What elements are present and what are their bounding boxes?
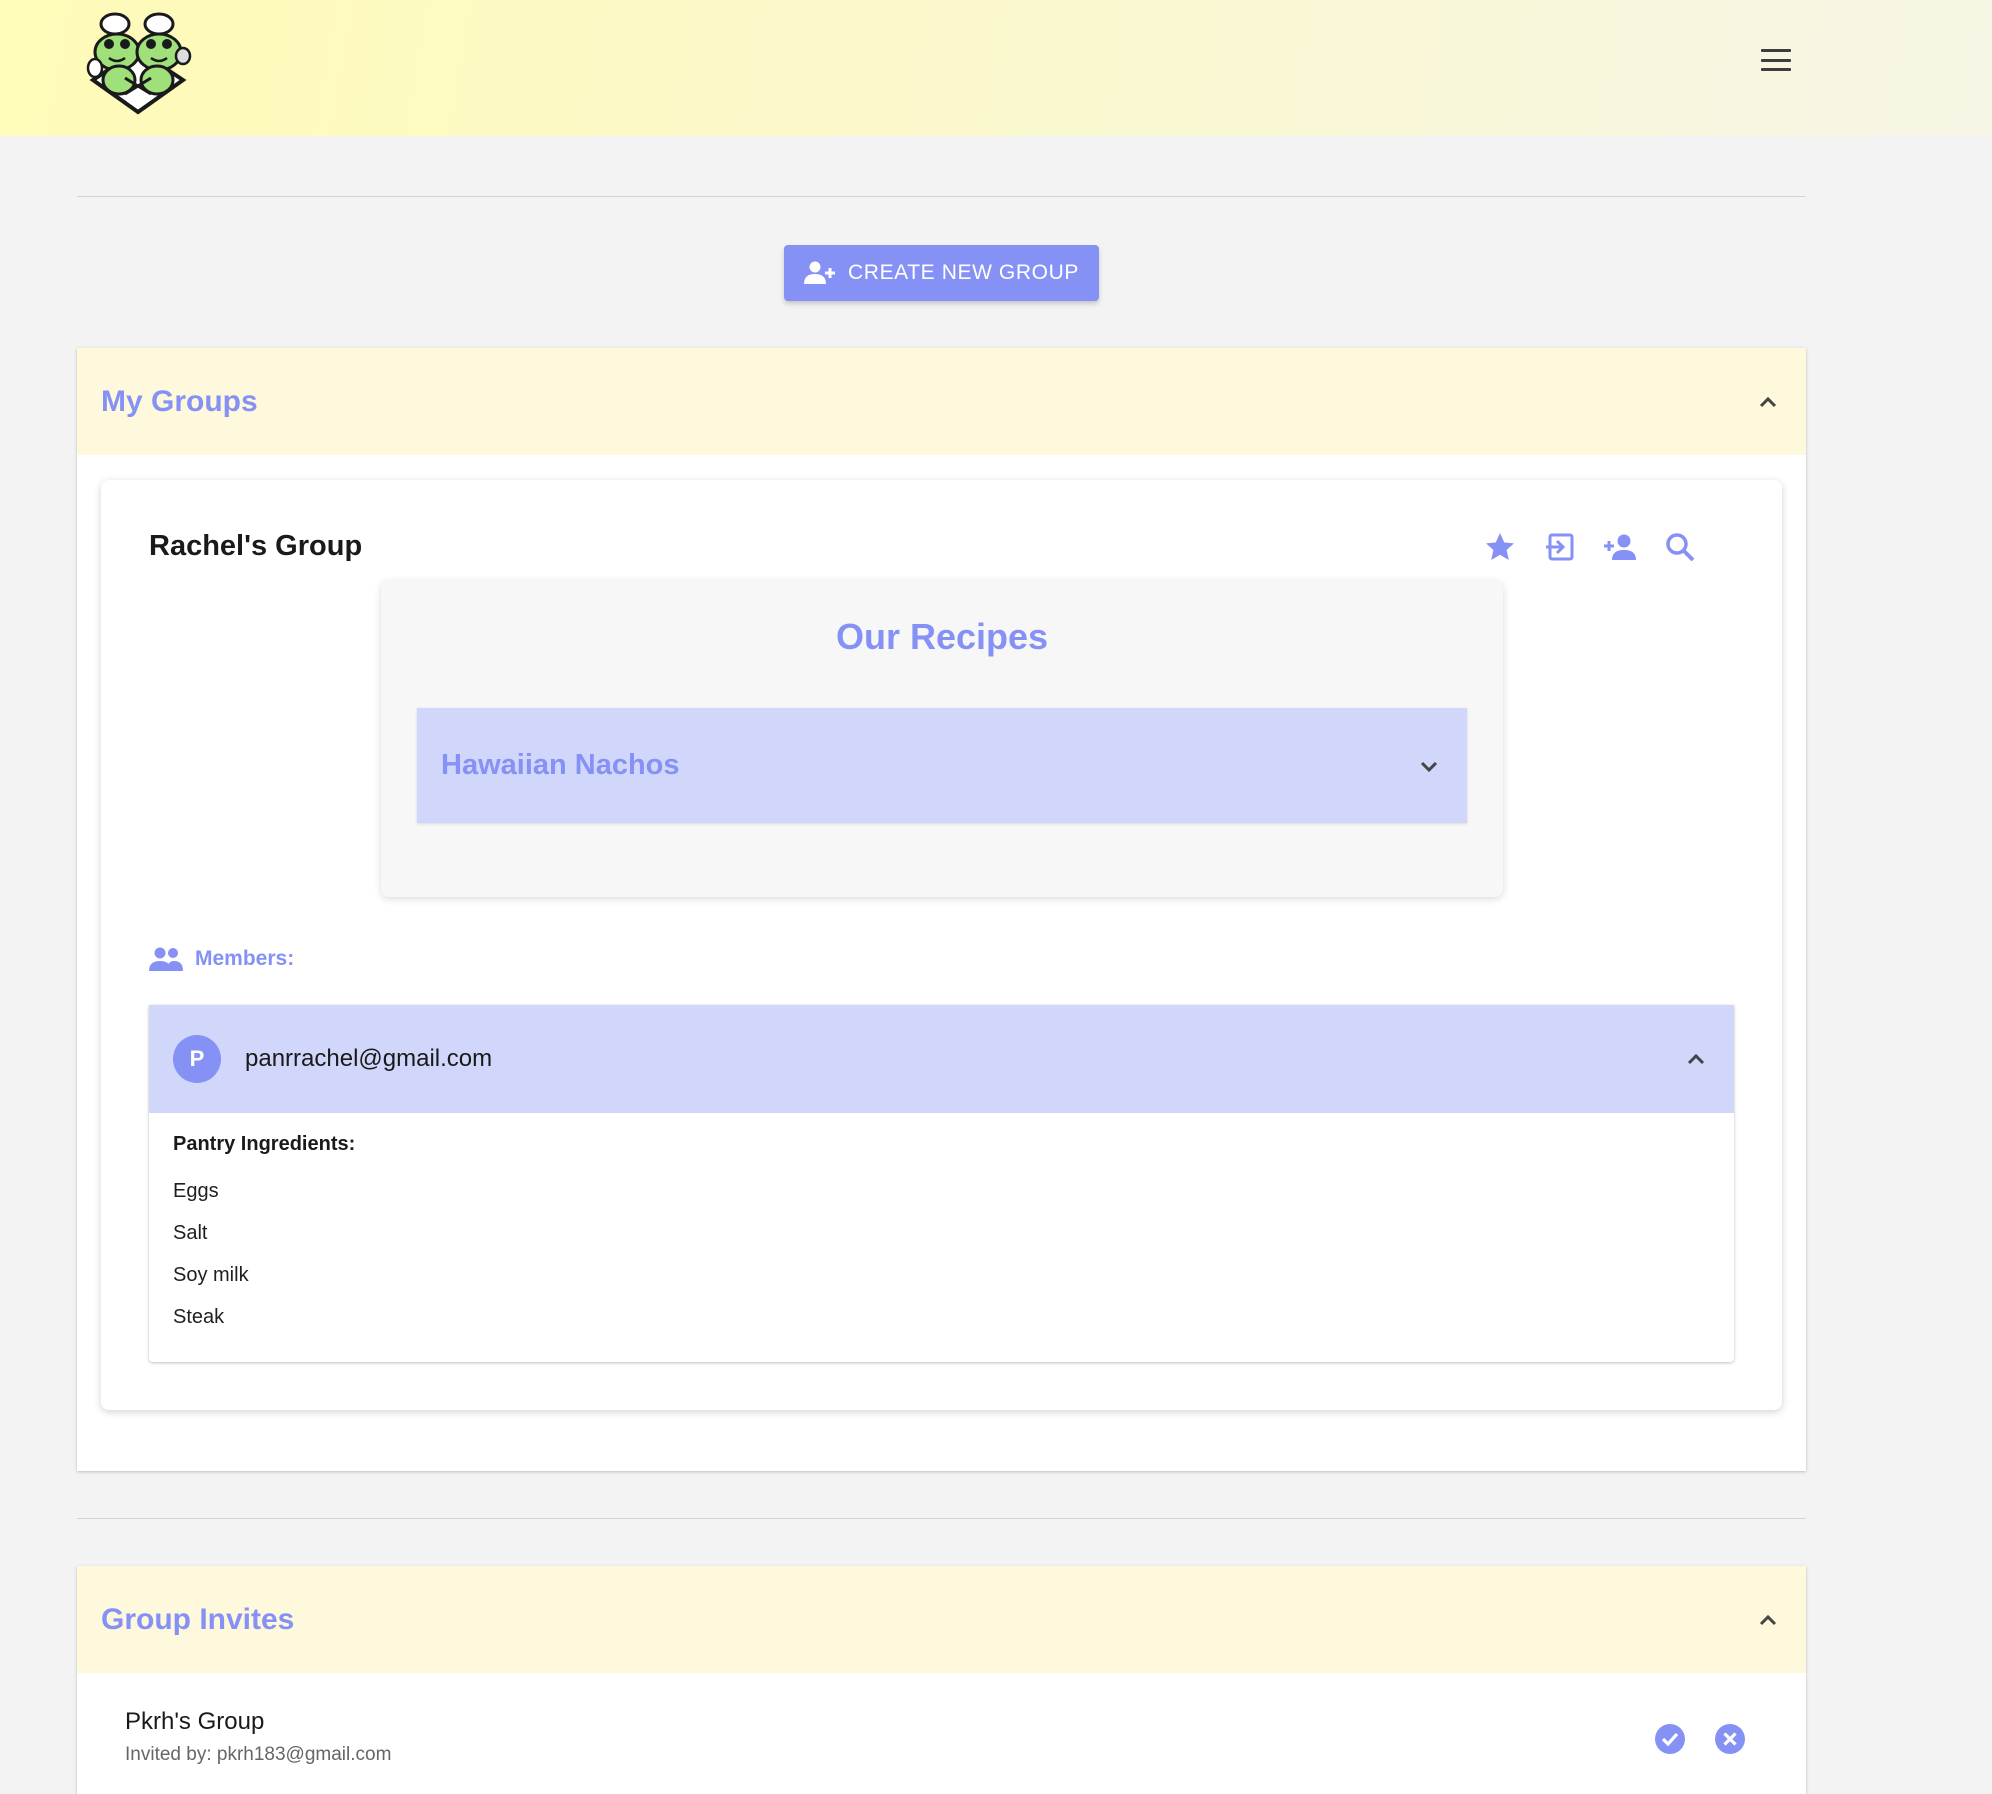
cancel-circle-icon — [1715, 1724, 1745, 1754]
frog-chefs-logo[interactable] — [83, 10, 193, 116]
check-circle-icon — [1655, 1724, 1685, 1754]
group-invites-section: Group Invites Pkrh's Group Invited by: p… — [77, 1566, 1806, 1794]
hamburger-menu-icon[interactable] — [1755, 45, 1797, 75]
add-member-icon[interactable] — [1603, 530, 1637, 564]
group-invites-title: Group Invites — [101, 1602, 295, 1636]
exit-icon[interactable] — [1543, 530, 1577, 564]
group-card: Rachel's Group Our Recipes Hawaiian Nach… — [101, 480, 1782, 1410]
recipe-name: Hawaiian Nachos — [441, 749, 680, 781]
list-item: Soy milk — [173, 1264, 249, 1286]
invite-group-name: Pkrh's Group — [125, 1708, 265, 1735]
list-item: Eggs — [173, 1180, 219, 1202]
chevron-up-icon — [1687, 1053, 1705, 1065]
decline-invite-button[interactable] — [1713, 1722, 1747, 1756]
recipe-item[interactable]: Hawaiian Nachos — [417, 708, 1467, 823]
chevron-up-icon — [1759, 1614, 1777, 1625]
recipes-panel: Our Recipes Hawaiian Nachos — [381, 580, 1503, 897]
middle-divider — [77, 1518, 1806, 1519]
app-header — [0, 0, 1992, 136]
avatar: P — [173, 1035, 221, 1083]
group-invites-header[interactable]: Group Invites — [77, 1566, 1806, 1673]
member-header[interactable]: P panrrachel@gmail.com — [149, 1005, 1734, 1113]
group-add-icon — [804, 261, 836, 284]
invite-row: Pkrh's Group Invited by: pkrh183@gmail.c… — [125, 1708, 1765, 1778]
member-email: panrrachel@gmail.com — [245, 1045, 493, 1072]
invite-by-text: Invited by: pkrh183@gmail.com — [125, 1744, 392, 1765]
recipes-title: Our Recipes — [835, 616, 1049, 657]
my-groups-header[interactable]: My Groups — [77, 348, 1806, 455]
star-icon[interactable] — [1483, 530, 1517, 564]
people-icon — [149, 947, 183, 971]
search-icon[interactable] — [1663, 530, 1697, 564]
create-new-group-button[interactable]: CREATE NEW GROUP — [784, 245, 1099, 301]
top-divider — [77, 196, 1806, 197]
my-groups-section: My Groups Rachel's Group Our Recipes Haw… — [77, 348, 1806, 1471]
pantry-ingredients-label: Pantry Ingredients: — [173, 1133, 356, 1155]
list-item: Salt — [173, 1222, 208, 1244]
group-name: Rachel's Group — [149, 530, 363, 562]
chevron-up-icon — [1759, 396, 1777, 407]
members-label-text: Members: — [195, 947, 295, 970]
list-item: Steak — [173, 1306, 225, 1328]
create-new-group-label: CREATE NEW GROUP — [848, 261, 1079, 284]
member-panel: P panrrachel@gmail.com Pantry Ingredient… — [149, 1005, 1734, 1362]
chevron-down-icon — [1420, 761, 1438, 772]
my-groups-title: My Groups — [101, 384, 258, 418]
pantry-list: Eggs Salt Soy milk Steak — [173, 1180, 249, 1348]
members-label: Members: — [149, 946, 294, 972]
accept-invite-button[interactable] — [1653, 1722, 1687, 1756]
